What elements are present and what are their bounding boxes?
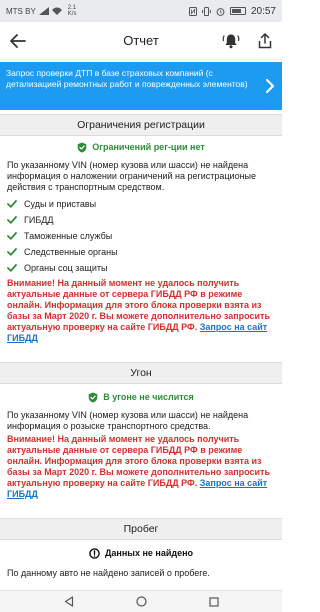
vibrate-icon: [202, 6, 211, 16]
wifi-icon: [51, 7, 62, 15]
mileage-status: Данных не найдено: [0, 546, 282, 560]
check-item-label: Суды и приставы: [24, 199, 97, 209]
check-item-investigators: Следственные органы: [7, 244, 275, 260]
chevron-right-icon: [265, 78, 275, 94]
checkmark-icon: [7, 216, 17, 224]
checkmark-icon: [7, 264, 17, 272]
restrictions-status: Ограничений рег-ции нет: [0, 140, 282, 154]
clock: 20:57: [250, 5, 276, 17]
theft-warning: Внимание! На данный момент не удалось по…: [7, 434, 275, 500]
theft-header-text: Угон: [130, 367, 152, 379]
system-nav-bar: [0, 590, 282, 612]
check-item-label: ГИБДД: [24, 215, 54, 225]
share-icon: [258, 32, 272, 48]
mileage-header-text: Пробег: [123, 523, 159, 535]
nfc-icon: [188, 6, 197, 16]
back-button[interactable]: [0, 22, 36, 60]
check-item-label: Органы соц защиты: [24, 263, 108, 273]
share-button[interactable]: [248, 22, 282, 60]
signal-icon: [38, 7, 49, 15]
check-item-gibdd: ГИБДД: [7, 212, 275, 228]
restrictions-status-text: Ограничений рег-ции нет: [92, 142, 205, 152]
restrictions-description: По указанному VIN (номер кузова или шасс…: [7, 160, 257, 192]
shield-check-icon: [88, 392, 98, 402]
restrictions-checklist: Суды и приставы ГИБДД Таможенные службы …: [7, 196, 275, 276]
theft-status-text: В угоне не числится: [103, 392, 194, 402]
nav-recents-icon[interactable]: [208, 596, 219, 607]
carrier-name: MTS BY: [6, 6, 36, 16]
battery-icon: [229, 7, 246, 15]
check-item-label: Таможенные службы: [24, 231, 113, 241]
speed-unit: K/s: [67, 11, 77, 17]
shield-check-icon: [77, 142, 87, 152]
restrictions-section-header: Ограничения регистрации: [0, 114, 282, 136]
theft-section-header: Угон: [0, 362, 282, 384]
back-arrow-icon: [10, 33, 26, 48]
notifications-button[interactable]: [214, 22, 248, 60]
bell-alert-icon: [222, 34, 240, 48]
banner-text: Запрос проверки ДТП в базе страховых ком…: [6, 68, 248, 89]
mileage-status-text: Данных не найдено: [104, 548, 194, 558]
check-item-courts: Суды и приставы: [7, 196, 275, 212]
restrictions-header-text: Ограничения регистрации: [77, 119, 205, 131]
app-bar: Отчет: [0, 22, 282, 60]
mileage-section-header: Пробег: [0, 518, 282, 540]
check-item-label: Следственные органы: [24, 247, 118, 257]
insurance-check-banner[interactable]: Запрос проверки ДТП в базе страховых ком…: [0, 62, 282, 110]
network-speed: 2.1 K/s: [68, 5, 77, 17]
restrictions-warning: Внимание! На данный момент не удалось по…: [7, 278, 275, 344]
theft-description: По указанному VIN (номер кузова или шасс…: [7, 410, 249, 431]
carrier-info: MTS BY 2.1 K/s: [6, 5, 76, 17]
check-item-customs: Таможенные службы: [7, 228, 275, 244]
checkmark-icon: [7, 232, 17, 240]
checkmark-icon: [7, 248, 17, 256]
check-item-social: Органы соц защиты: [7, 260, 275, 276]
alarm-icon: [216, 7, 225, 16]
nav-home-icon[interactable]: [135, 596, 147, 607]
theft-status: В угоне не числится: [0, 390, 282, 404]
checkmark-icon: [7, 200, 17, 208]
alert-circle-icon: [89, 547, 100, 559]
status-bar: MTS BY 2.1 K/s 20:57: [0, 0, 282, 22]
mileage-description: По данному авто не найдено записей о про…: [7, 568, 210, 578]
nav-back-icon[interactable]: [64, 596, 74, 607]
